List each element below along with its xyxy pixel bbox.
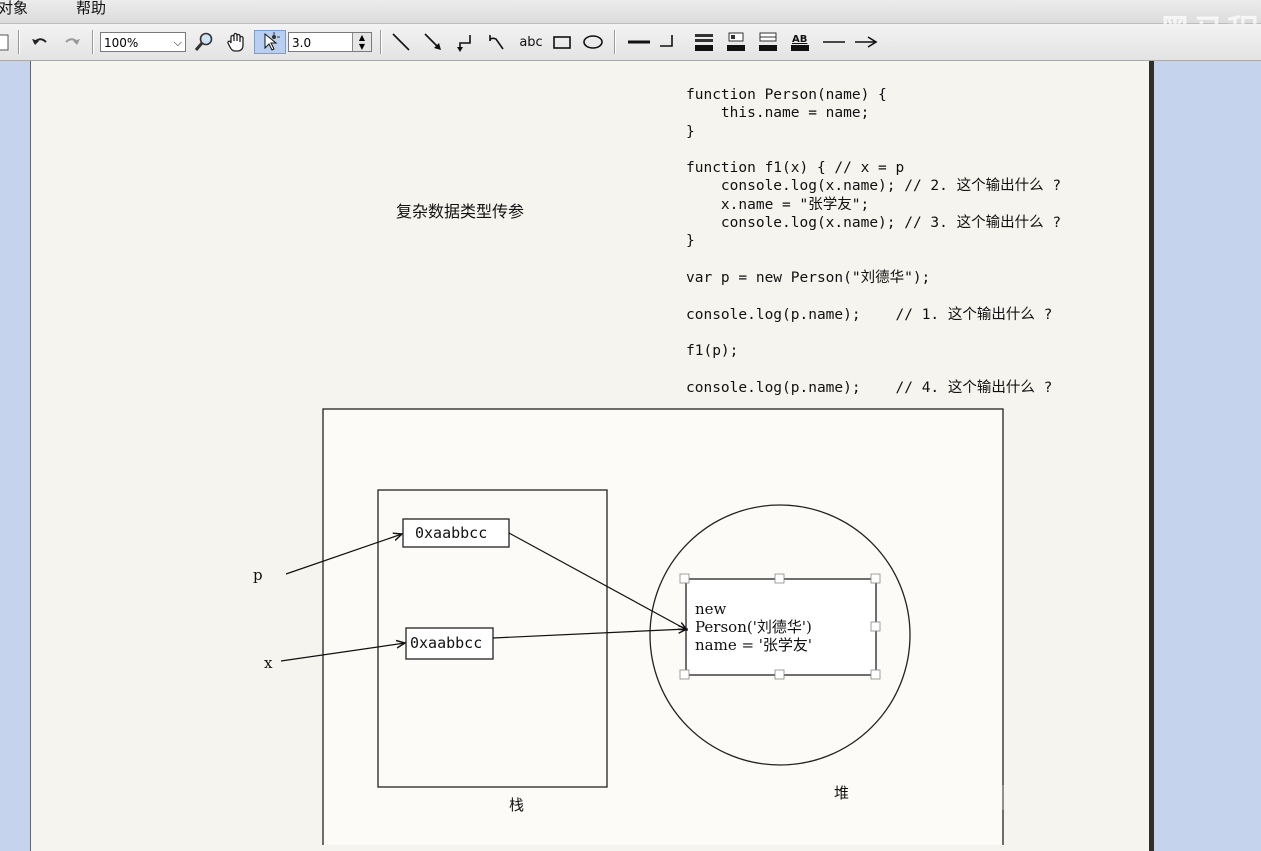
variable-p-label: p	[253, 566, 263, 584]
object-text-line2: Person('刘德华')	[695, 618, 812, 636]
object-text-line3: name = '张学友'	[695, 636, 812, 654]
diagram-frame[interactable]	[322, 408, 1004, 845]
heap-label: 堆	[834, 784, 849, 802]
address-x: 0xaabbcc	[410, 634, 482, 652]
memory-diagram: 0xaabbcc 0xaabbcc new Person('刘德华') name…	[253, 408, 1004, 845]
stack-label: 栈	[509, 796, 524, 814]
object-text-line1: new	[695, 600, 727, 618]
address-p: 0xaabbcc	[415, 524, 487, 542]
variable-x-label: x	[264, 654, 273, 672]
